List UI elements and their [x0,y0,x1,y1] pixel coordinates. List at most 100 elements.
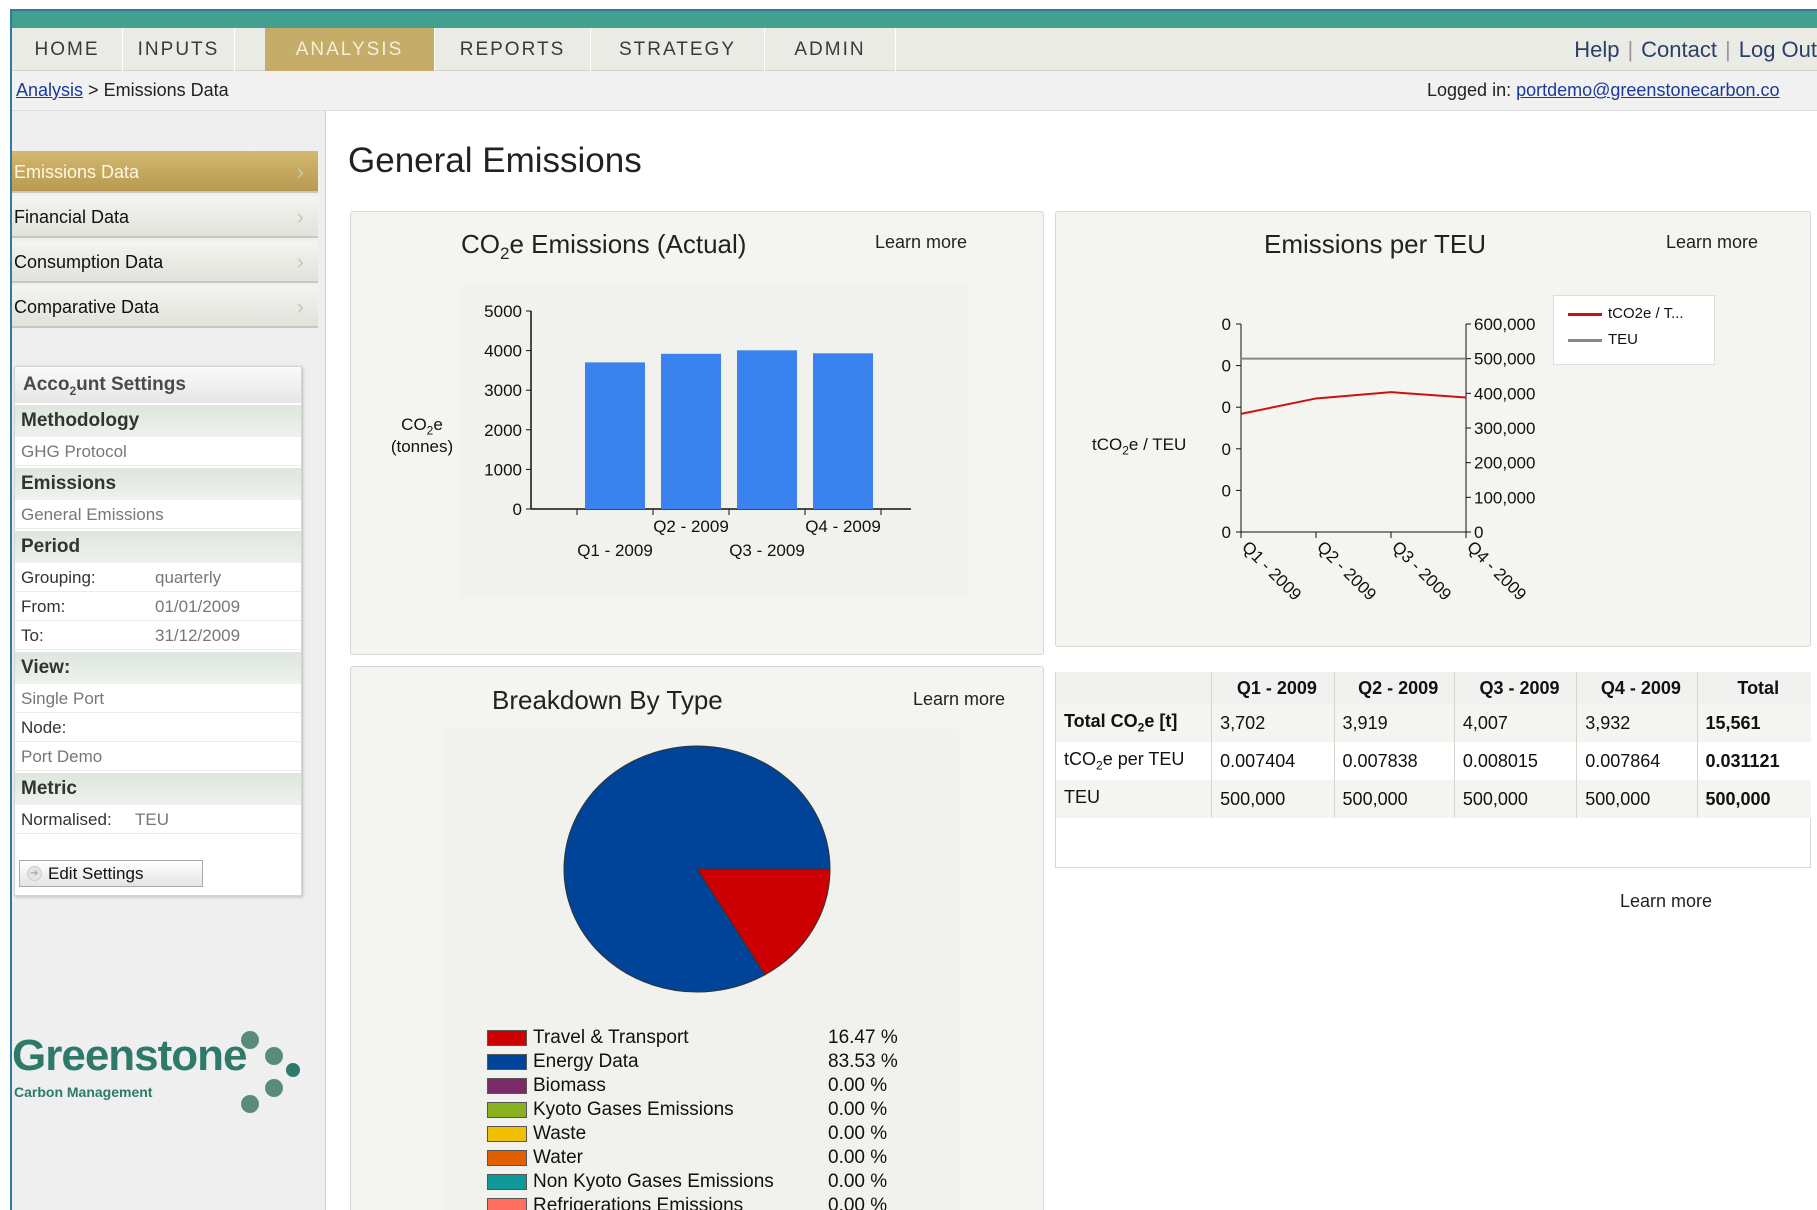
legend-item: Non Kyoto Gases Emissions [487,1171,774,1193]
line-right-tick-label: 400,000 [1474,384,1535,403]
page-title: General Emissions [348,141,642,180]
learn-more-link[interactable]: Learn more [1620,891,1712,912]
bar-y-tick-label: 2000 [484,421,522,440]
legend-swatch [487,1173,527,1190]
line-right-tick-label: 500,000 [1474,350,1535,369]
legend-item: Water [487,1147,583,1169]
account-settings-panel: Acco2unt Settings Methodology GHG Protoc… [14,366,302,896]
row-header: tCO2e per TEU [1054,742,1212,780]
login-email-link[interactable]: portdemo@greenstonecarbon.co [1516,80,1779,100]
nav-analysis[interactable]: ANALYSIS [265,28,435,71]
series-line-tco2e-per-teu [1240,391,1467,415]
to-row: To: 31/12/2009 [15,621,301,650]
logo-dot [286,1063,300,1077]
bar-y-tick-label: 0 [513,500,522,519]
table-header-row: Q1 - 2009 Q2 - 2009 Q3 - 2009 Q4 - 2009 … [1054,672,1811,704]
methodology-value: GHG Protocol [15,437,301,466]
bar-x-tick-label: Q4 - 2009 [805,517,881,536]
table-header [1054,672,1212,704]
line-right-tick-label: 300,000 [1474,419,1535,438]
legend-percent: 83.53 % [828,1051,898,1072]
arrow-right-icon: ➔ [27,866,42,881]
line-left-tick-label: 0 [1222,357,1231,376]
table-cell: 500,000 [1576,780,1697,818]
legend-item: Kyoto Gases Emissions [487,1099,734,1121]
sidebar-menu: Emissions Data › Financial Data › Consumpt… [12,151,318,331]
legend-label: Biomass [533,1075,606,1096]
table-cell: 500,000 [1333,780,1455,818]
legend-item: Refrigerations Emissions [487,1195,743,1210]
legend-percent: 16.47 % [828,1027,898,1048]
legend-swatch [487,1029,527,1046]
breadcrumb-analysis-link[interactable]: Analysis [16,80,83,100]
node-label: Node: [15,713,301,742]
sidebar-item-comparative-data[interactable]: Comparative Data › [12,286,318,328]
nav-reports[interactable]: REPORTS [435,28,591,71]
chevron-right-icon: › [296,249,304,274]
table-cell: 500,000 [1453,780,1577,818]
breadcrumb-current: Emissions Data [103,80,229,100]
teu-line-chart: 0000000100,000200,000300,000400,000500,0… [1222,315,1536,604]
logo-dot [241,1095,259,1113]
legend-swatch [487,1149,527,1166]
table-cell: 3,919 [1333,704,1455,742]
table-header: Q2 - 2009 [1333,672,1455,704]
legend-percent: 0.00 % [828,1171,888,1192]
table-cell-total: 0.031121 [1696,742,1811,780]
breadcrumb: Analysis > Emissions Data [16,80,229,101]
table-header: Q3 - 2009 [1453,672,1577,704]
co2e-emissions-panel: CO2e Emissions (Actual) Learn more CO2e(… [350,211,1044,655]
legend-item: Travel & Transport [487,1027,689,1049]
normalised-row: Normalised: TEU [15,805,301,834]
edit-settings-button[interactable]: ➔ Edit Settings [19,860,203,887]
table-row: TEU 500,000 500,000 500,000 500,000 500,… [1054,780,1811,818]
legend-item: Biomass [487,1075,606,1097]
emissions-per-teu-panel: Emissions per TEU Learn more tCO2e / TEU… [1055,211,1811,647]
table-cell: 0.007404 [1211,742,1335,780]
legend-label: Travel & Transport [533,1027,689,1048]
legend-swatch [487,1125,527,1142]
table-cell: 0.007838 [1333,742,1455,780]
logo-dot [265,1047,283,1065]
top-links: Help | Contact | Log Out [1574,37,1817,62]
legend-item: Waste [487,1123,586,1145]
nav-strategy[interactable]: STRATEGY [591,28,765,71]
nav-inputs[interactable]: INPUTS [123,28,235,71]
legend-percent: 0.00 % [828,1195,888,1210]
sidebar-item-label: Emissions Data [14,162,140,182]
sidebar-item-label: Comparative Data [14,297,160,317]
nav-admin[interactable]: ADMIN [765,28,896,71]
line-right-tick-label: 100,000 [1474,488,1535,507]
legend-swatch [487,1077,527,1094]
sidebar-item-emissions-data[interactable]: Emissions Data › [12,151,318,193]
app-frame: HOME INPUTS ANALYSIS REPORTS STRATEGY AD… [10,9,1817,1210]
view-heading: View: [15,652,301,684]
nav-home[interactable]: HOME [12,28,123,71]
logout-link[interactable]: Log Out [1739,37,1817,62]
legend-item: Energy Data [487,1051,639,1073]
legend-percent: 0.00 % [828,1147,888,1168]
legend-label: Non Kyoto Gases Emissions [533,1171,774,1192]
from-row: From: 01/01/2009 [15,592,301,621]
legend-label: Water [533,1147,583,1168]
legend-swatch [487,1197,527,1210]
row-header: Total CO2e [t] [1054,704,1212,742]
contact-link[interactable]: Contact [1641,37,1717,62]
table-row: Total CO2e [t] 3,702 3,919 4,007 3,932 1… [1054,704,1811,742]
top-accent-bar [12,11,1817,28]
line-left-tick-label: 0 [1222,523,1231,542]
bar-y-tick-label: 1000 [484,460,522,479]
row-header: TEU [1054,780,1212,818]
co2e-bar-chart: 010002000300040005000Q1 - 2009Q2 - 2009Q… [484,302,911,560]
grouping-row: Grouping: quarterly [15,563,301,592]
metric-heading: Metric [15,773,301,805]
table-cell: 4,007 [1453,704,1577,742]
legend-label: Kyoto Gases Emissions [533,1099,734,1120]
help-link[interactable]: Help [1574,37,1619,62]
table-row: tCO2e per TEU 0.007404 0.007838 0.008015… [1054,742,1811,780]
sidebar-item-financial-data[interactable]: Financial Data › [12,196,318,238]
legend-label: Energy Data [533,1051,639,1072]
sidebar-item-consumption-data[interactable]: Consumption Data › [12,241,318,283]
bar-x-tick-label: Q2 - 2009 [653,517,729,536]
node-value: Port Demo [15,742,301,771]
